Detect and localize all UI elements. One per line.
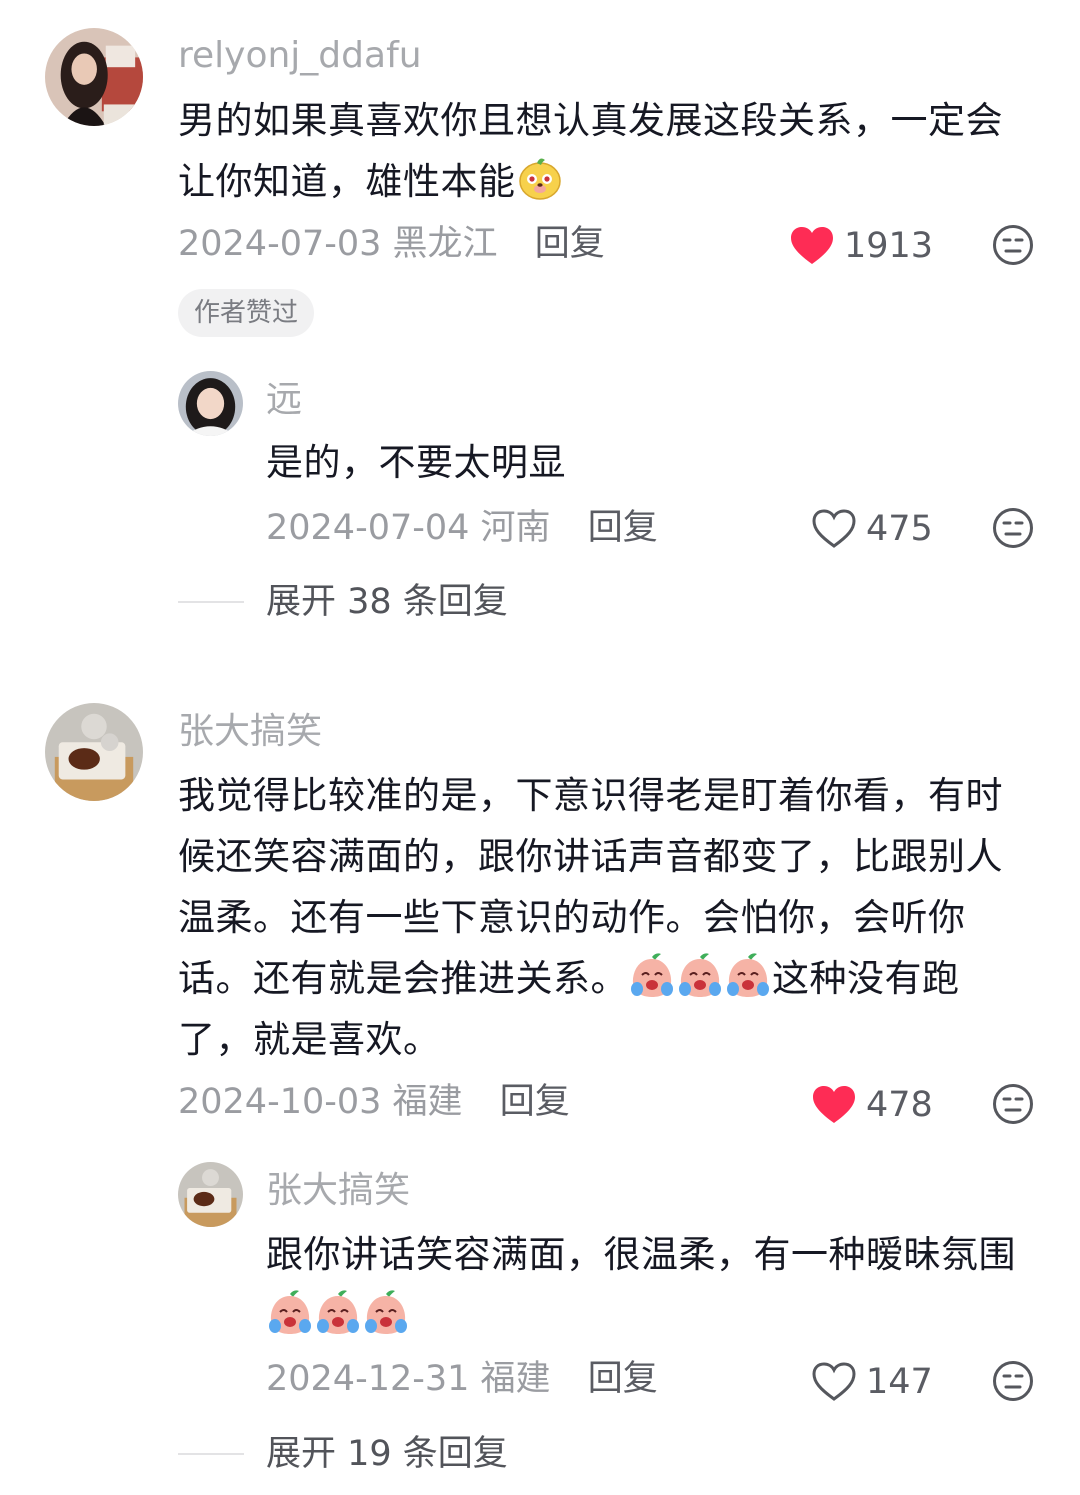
comment-line: 话。还有就是会推进关系。 这种没有跑 <box>178 948 1048 1009</box>
comment-line: 温柔。还有一些下意识的动作。会怕你，会听你 <box>178 896 966 939</box>
comment-line-text: 让你知道，雄性本能 <box>178 160 516 203</box>
comment-location: 黑龙江 <box>392 224 498 264</box>
like-button[interactable]: 478 <box>812 1083 933 1127</box>
comment-meta: 2024-10-03 福建 回复 <box>178 1080 570 1124</box>
reply-date: 2024-07-04 <box>266 508 470 548</box>
comment-line: 了，就是喜欢。 <box>178 1018 441 1061</box>
crying-peach-emoji-icon <box>727 953 769 997</box>
comment-line-text: 话。还有就是会推进关系。 <box>178 957 628 1000</box>
like-count: 478 <box>866 1085 933 1125</box>
reply-location: 福建 <box>480 1359 551 1399</box>
comment-location: 福建 <box>392 1082 463 1122</box>
reply-text: 是的，不要太明显 <box>266 441 566 484</box>
dog-emoji-icon <box>518 158 561 200</box>
reply-avatar[interactable] <box>178 1162 243 1227</box>
neutral-face-icon[interactable] <box>992 224 1034 266</box>
heart-icon <box>791 227 833 264</box>
user-avatar[interactable] <box>45 703 143 801</box>
divider <box>178 1453 244 1455</box>
comment-line-text: 这种没有跑 <box>772 957 960 1000</box>
like-count: 475 <box>866 509 933 549</box>
like-count: 1913 <box>844 226 934 266</box>
comment-line: 候还笑容满面的，跟你讲话声音都变了，比跟别人 <box>178 835 1003 878</box>
reply-text: 跟你讲话笑容满面，很温柔，有一种暧昧氛围 <box>266 1224 1056 1346</box>
username[interactable]: 张大搞笑 <box>178 710 322 754</box>
author-liked-badge: 作者赞过 <box>178 289 315 337</box>
comment-text: 我觉得比较准的是，下意识得老是盯着你看，有时 候还笑容满面的，跟你讲话声音都变了… <box>178 765 1048 1070</box>
comment-date: 2024-10-03 <box>178 1082 382 1122</box>
reply-meta: 2024-12-31 福建 回复 <box>266 1357 658 1401</box>
neutral-face-icon[interactable] <box>992 1083 1034 1125</box>
heart-outline-icon <box>812 509 856 548</box>
reply-emoji-line <box>266 1285 1056 1346</box>
user-avatar[interactable] <box>45 28 143 126</box>
crying-peach-emoji-icon <box>317 1290 359 1334</box>
neutral-face-icon[interactable] <box>992 507 1034 549</box>
reply-meta: 2024-07-04 河南 回复 <box>266 506 658 550</box>
expand-replies-label: 展开 38 条回复 <box>266 582 508 622</box>
reply-button[interactable]: 回复 <box>588 508 658 548</box>
crying-peach-emoji-icon <box>631 953 673 997</box>
comment-date: 2024-07-03 <box>178 224 382 264</box>
expand-replies-button[interactable]: 展开 38 条回复 <box>178 580 508 624</box>
reply-username[interactable]: 远 <box>266 378 302 422</box>
like-count: 147 <box>866 1362 933 1402</box>
heart-outline-icon <box>812 1362 856 1401</box>
reply-button[interactable]: 回复 <box>588 1359 658 1399</box>
comment-line: 我觉得比较准的是，下意识得老是盯着你看，有时 <box>178 774 1003 817</box>
like-button[interactable]: 147 <box>812 1360 933 1404</box>
comment-line: 让你知道，雄性本能 <box>178 151 1038 212</box>
crying-peach-emoji-icon <box>365 1290 407 1334</box>
comment-meta: 2024-07-03 黑龙江 回复 <box>178 222 605 266</box>
reply-location: 河南 <box>480 508 551 548</box>
reply-line: 跟你讲话笑容满面，很温柔，有一种暧昧氛围 <box>266 1233 1016 1276</box>
neutral-face-icon[interactable] <box>992 1360 1034 1402</box>
divider <box>178 601 244 603</box>
reply-button[interactable]: 回复 <box>535 224 605 264</box>
crying-peach-emoji-icon <box>269 1290 311 1334</box>
crying-peach-emoji-icon <box>679 953 721 997</box>
reply-username[interactable]: 张大搞笑 <box>266 1169 410 1213</box>
like-button[interactable]: 475 <box>812 507 933 551</box>
reply-avatar[interactable] <box>178 371 243 436</box>
reply-button[interactable]: 回复 <box>500 1082 570 1122</box>
heart-icon <box>813 1086 855 1123</box>
username[interactable]: relyonj_ddafu <box>178 34 422 78</box>
reply-date: 2024-12-31 <box>266 1359 470 1399</box>
like-button[interactable]: 1913 <box>790 224 933 268</box>
comment-text: 男的如果真喜欢你且想认真发展这段关系，一定会 让你知道，雄性本能 <box>178 90 1038 212</box>
comment-line: 男的如果真喜欢你且想认真发展这段关系，一定会 <box>178 99 1003 142</box>
expand-replies-button[interactable]: 展开 19 条回复 <box>178 1432 508 1476</box>
expand-replies-label: 展开 19 条回复 <box>266 1434 508 1474</box>
